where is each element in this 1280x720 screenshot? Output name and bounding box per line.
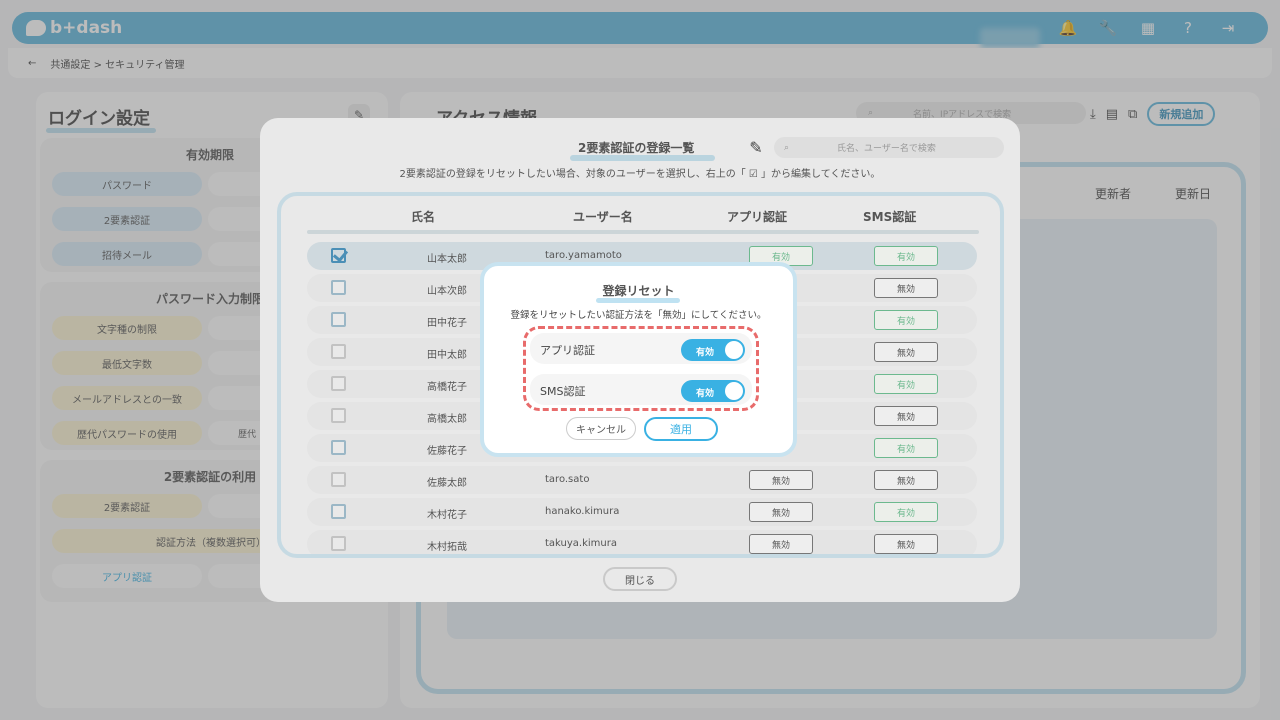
row-checkbox[interactable] — [331, 440, 346, 455]
cancel-button[interactable]: キャンセル — [566, 417, 636, 440]
sms-status: 有効 — [874, 502, 938, 522]
user-search-placeholder: 氏名、ユーザー名で検索 — [837, 144, 936, 154]
row-checkbox[interactable] — [331, 536, 346, 551]
header-name: 氏名 — [411, 210, 436, 224]
row-checkbox[interactable] — [331, 504, 346, 519]
sms-status: 無効 — [874, 534, 938, 554]
header-divider — [307, 230, 979, 234]
header-user: ユーザー名 — [573, 210, 633, 224]
sms-auth-toggle[interactable]: 有効 — [681, 380, 745, 402]
twofa-list-title: 2要素認証の登録一覧 — [569, 141, 716, 161]
app-status: 無効 — [749, 470, 813, 490]
edit-icon[interactable]: ✎ — [745, 136, 767, 158]
row-checkbox[interactable] — [331, 376, 346, 391]
table-row[interactable]: 木村拓哉 takuya.kimura 無効 無効 — [307, 530, 977, 554]
toggle-knob — [725, 382, 743, 400]
app-status: 無効 — [749, 534, 813, 554]
sms-status: 有効 — [874, 246, 938, 266]
reset-registration-modal: 登録リセット 登録をリセットしたい認証方法を「無効」にしてください。 アプリ認証… — [480, 262, 797, 457]
sms-auth-row: SMS認証 有効 — [530, 374, 752, 405]
sms-status: 有効 — [874, 374, 938, 394]
row-checkbox[interactable] — [331, 248, 346, 263]
app-auth-toggle[interactable]: 有効 — [681, 339, 745, 361]
sms-status: 有効 — [874, 310, 938, 330]
sms-status: 無効 — [874, 278, 938, 298]
table-row[interactable]: 佐藤太郎 taro.sato 無効 無効 — [307, 466, 977, 494]
twofa-list-description: 2要素認証の登録をリセットしたい場合、対象のユーザーを選択し、右上の「 ☑ 」か… — [399, 169, 881, 180]
reset-title: 登録リセット — [602, 284, 675, 298]
app-status: 無効 — [749, 502, 813, 522]
header-sms: SMS認証 — [863, 210, 917, 224]
close-button[interactable]: 閉じる — [603, 567, 677, 591]
search-icon: ⌕ — [784, 142, 790, 153]
app-auth-label: アプリ認証 — [540, 344, 595, 357]
header-app: アプリ認証 — [727, 210, 788, 224]
app-auth-row: アプリ認証 有効 — [530, 333, 752, 364]
row-checkbox[interactable] — [331, 344, 346, 359]
apply-button[interactable]: 適用 — [644, 417, 718, 441]
sms-status: 無効 — [874, 470, 938, 490]
sms-status: 無効 — [874, 406, 938, 426]
row-checkbox[interactable] — [331, 408, 346, 423]
user-search-input[interactable]: ⌕ 氏名、ユーザー名で検索 — [774, 137, 1004, 158]
sms-status: 無効 — [874, 342, 938, 362]
sms-status: 有効 — [874, 438, 938, 458]
sms-auth-label: SMS認証 — [540, 385, 586, 398]
row-checkbox[interactable] — [331, 472, 346, 487]
toggle-knob — [725, 341, 743, 359]
row-checkbox[interactable] — [331, 312, 346, 327]
reset-description: 登録をリセットしたい認証方法を「無効」にしてください。 — [510, 310, 767, 321]
table-row[interactable]: 木村花子 hanako.kimura 無効 有効 — [307, 498, 977, 526]
row-checkbox[interactable] — [331, 280, 346, 295]
